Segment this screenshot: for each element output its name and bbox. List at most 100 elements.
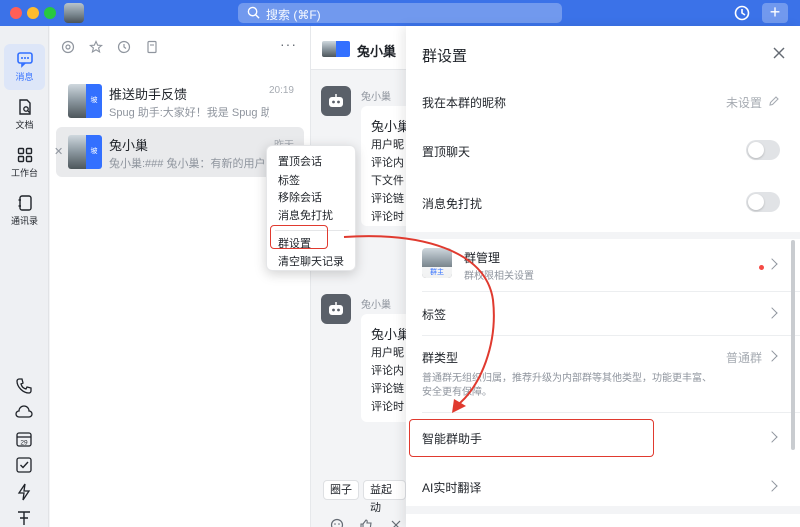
thumbs-up-icon[interactable]	[359, 518, 373, 527]
task-icon[interactable]	[14, 455, 34, 475]
search-icon	[247, 6, 260, 19]
settings-section-more	[406, 514, 800, 527]
maximize-window-button[interactable]	[44, 7, 56, 19]
calendar-icon[interactable]: 29	[14, 429, 34, 449]
nickname-value: 未设置	[725, 96, 762, 110]
group-type-row[interactable]: 群类型 普通群 普通群无组织归属，推荐升级为内部群等其他类型，功能更丰富、安全更…	[406, 336, 800, 411]
tags-label: 标签	[422, 308, 447, 322]
close-icon[interactable]	[389, 518, 403, 527]
menu-item-clear-history[interactable]: 清空聊天记录	[278, 253, 344, 269]
cloud-icon[interactable]	[14, 402, 34, 422]
title-bar: 搜索 (⌘F) +	[0, 0, 800, 26]
nickname-label: 我在本群的昵称	[422, 96, 507, 110]
group-manage-subtitle: 群权限相关设置	[464, 271, 534, 282]
tags-row[interactable]: 标签	[406, 292, 800, 334]
message-title: 兔小巢	[371, 327, 411, 342]
context-menu: 置顶会话 标签 移除会话 消息免打扰 群设置 清空聊天记录	[266, 145, 356, 271]
menu-item-tag[interactable]: 标签	[278, 172, 300, 188]
search-input[interactable]: 搜索 (⌘F)	[238, 3, 562, 23]
mute-toggle[interactable]	[746, 192, 780, 212]
group-badge: 坡	[86, 135, 102, 169]
chevron-right-icon	[766, 431, 778, 443]
message-line: 评论内	[371, 157, 404, 169]
conversation-item[interactable]: 坡 推送助手反馈 Spug 助手:大家好！我是 Spug 助手 20:19	[56, 76, 304, 126]
pin-row: 置顶聊天	[406, 130, 800, 172]
drawer-scrollbar[interactable]	[791, 240, 795, 450]
user-avatar[interactable]	[64, 3, 84, 23]
highlight-smart-assistant	[409, 419, 654, 457]
message-line: 评论时	[371, 211, 404, 223]
robot-icon	[329, 94, 343, 107]
conversation-list: ··· 坡 推送助手反馈 Spug 助手:大家好！我是 Spug 助手 20:1…	[50, 26, 311, 527]
more-tools-icon[interactable]	[14, 508, 34, 527]
rail-item-contacts[interactable]: 通讯录	[4, 188, 45, 234]
close-icon[interactable]	[772, 46, 786, 60]
chevron-right-icon	[766, 480, 778, 492]
mute-row: 消息免打扰	[406, 182, 800, 224]
history-icon[interactable]	[733, 4, 751, 22]
message-sender: 兔小巢	[361, 92, 391, 103]
conversation-preview: 兔小巢:### 兔小巢：有新的用户反馈	[109, 158, 269, 170]
rail-item-workspace[interactable]: 工作台	[4, 140, 45, 186]
lightning-icon[interactable]	[14, 482, 34, 502]
workspace-icon	[17, 147, 32, 163]
edit-icon	[769, 96, 779, 106]
pin-toggle[interactable]	[746, 140, 780, 160]
pin-label: 置顶聊天	[422, 145, 471, 159]
ai-translate-row[interactable]: AI实时翻译	[406, 466, 800, 506]
conversation-avatar: 坡	[68, 135, 102, 169]
mention-icon[interactable]	[61, 40, 75, 54]
minimize-window-button[interactable]	[27, 7, 39, 19]
nickname-row[interactable]: 我在本群的昵称 未设置	[406, 80, 800, 122]
more-icon[interactable]: ···	[280, 36, 297, 52]
group-type-label: 群类型	[422, 351, 459, 365]
settings-section-translate: AI实时翻译	[406, 466, 800, 506]
rail-label: 消息	[15, 72, 34, 82]
close-icon[interactable]: ✕	[54, 145, 63, 158]
chat-avatar	[322, 41, 350, 57]
conversation-name: 兔小巢	[109, 138, 149, 153]
chevron-right-icon	[766, 350, 778, 362]
docs-icon	[18, 99, 31, 115]
conversation-avatar: 坡	[68, 84, 102, 118]
group-badge: 坡	[86, 84, 102, 118]
menu-item-pin[interactable]: 置顶会话	[278, 153, 322, 169]
message-sender: 兔小巢	[361, 300, 391, 311]
phone-icon[interactable]	[14, 376, 34, 396]
quick-chip[interactable]: 益起动	[363, 480, 406, 514]
chat-header: 兔小巢	[311, 26, 406, 70]
chat-title: 兔小巢	[357, 44, 397, 59]
message-line: 用户昵	[371, 347, 404, 359]
conversation-preview: Spug 助手:大家好！我是 Spug 助手	[109, 107, 269, 119]
message-title: 兔小巢	[371, 119, 411, 134]
rail-label: 通讯录	[10, 216, 38, 226]
message-icon	[16, 52, 33, 68]
rail-item-docs[interactable]: 文档	[4, 92, 45, 138]
search-placeholder: 搜索 (⌘F)	[266, 8, 321, 22]
rail-label: 文档	[15, 120, 34, 130]
mute-label: 消息免打扰	[422, 197, 483, 211]
bot-avatar	[321, 86, 351, 116]
document-icon[interactable]	[145, 40, 159, 54]
robot-icon	[329, 302, 343, 315]
close-window-button[interactable]	[10, 7, 22, 19]
recent-icon[interactable]	[117, 40, 131, 54]
message-line: 评论内	[371, 365, 404, 377]
ai-translate-label: AI实时翻译	[422, 481, 482, 495]
notification-dot	[759, 265, 764, 270]
menu-item-mute[interactable]: 消息免打扰	[278, 207, 333, 223]
conversation-toolbar: ···	[50, 26, 311, 68]
message-line: 评论时	[371, 401, 404, 413]
rail-label: 工作台	[10, 168, 38, 178]
message-line: 评论链	[371, 383, 404, 395]
rail-item-messages[interactable]: 消息	[4, 44, 45, 90]
quick-chip[interactable]: 圈子	[323, 480, 359, 500]
menu-item-remove[interactable]: 移除会话	[278, 189, 322, 205]
add-button[interactable]: +	[762, 3, 788, 23]
highlight-group-settings	[270, 225, 328, 249]
drawer-title: 群设置	[422, 48, 468, 65]
emoji-icon[interactable]	[330, 518, 344, 527]
owner-badge: 群主	[422, 267, 452, 278]
group-manage-row[interactable]: 群主 群管理 群权限相关设置	[406, 239, 800, 289]
star-icon[interactable]	[89, 40, 103, 54]
